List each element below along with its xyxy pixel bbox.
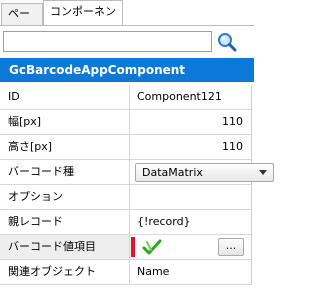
property-value-options[interactable] [131,185,251,209]
property-label: 高さ[px] [0,135,130,159]
barcode-type-select[interactable]: DataMatrix [135,163,274,182]
barcode-type-selected: DataMatrix [142,166,203,179]
property-label: 関連オブジェクト [0,260,130,284]
property-label: 幅[px] [0,110,130,134]
property-grid: ID Component121 幅[px] 110 高さ[px] 110 バーコ… [0,85,274,285]
tab-page[interactable]: ページ [1,3,43,40]
property-row-parent-record: 親レコード {!record} [0,210,251,235]
search-input[interactable] [3,31,212,52]
search-row [0,26,254,58]
property-value-id[interactable]: Component121 [131,85,251,109]
property-label: バーコード値項目 [0,235,130,259]
property-value-width[interactable]: 110 [131,110,251,134]
tab-component[interactable]: コンポーネント [43,0,123,40]
property-label: ID [0,85,130,109]
property-row-barcode-value: バーコード値項目 ... [0,235,251,260]
property-value-related-object[interactable]: Name [131,260,251,284]
chevron-down-icon [259,170,267,175]
property-value-parent-record[interactable]: {!record} [131,210,251,234]
property-row-related-object: 関連オブジェクト Name [0,260,251,285]
component-title: GcBarcodeAppComponent [0,58,254,82]
tab-bar: ページ コンポーネント [0,0,254,40]
property-row-id: ID Component121 [0,85,251,110]
check-icon [142,239,162,255]
search-icon[interactable] [216,31,238,53]
property-row-barcode-type: バーコード種 DataMatrix [0,160,274,185]
property-row-height: 高さ[px] 110 [0,135,251,160]
property-value-height[interactable]: 110 [131,135,251,159]
browse-button[interactable]: ... [218,238,244,256]
property-row-width: 幅[px] 110 [0,110,251,135]
property-row-options: オプション [0,185,251,210]
property-label: 親レコード [0,210,130,234]
property-label: バーコード種 [0,160,130,184]
property-label: オプション [0,185,130,209]
required-marker [131,237,135,257]
